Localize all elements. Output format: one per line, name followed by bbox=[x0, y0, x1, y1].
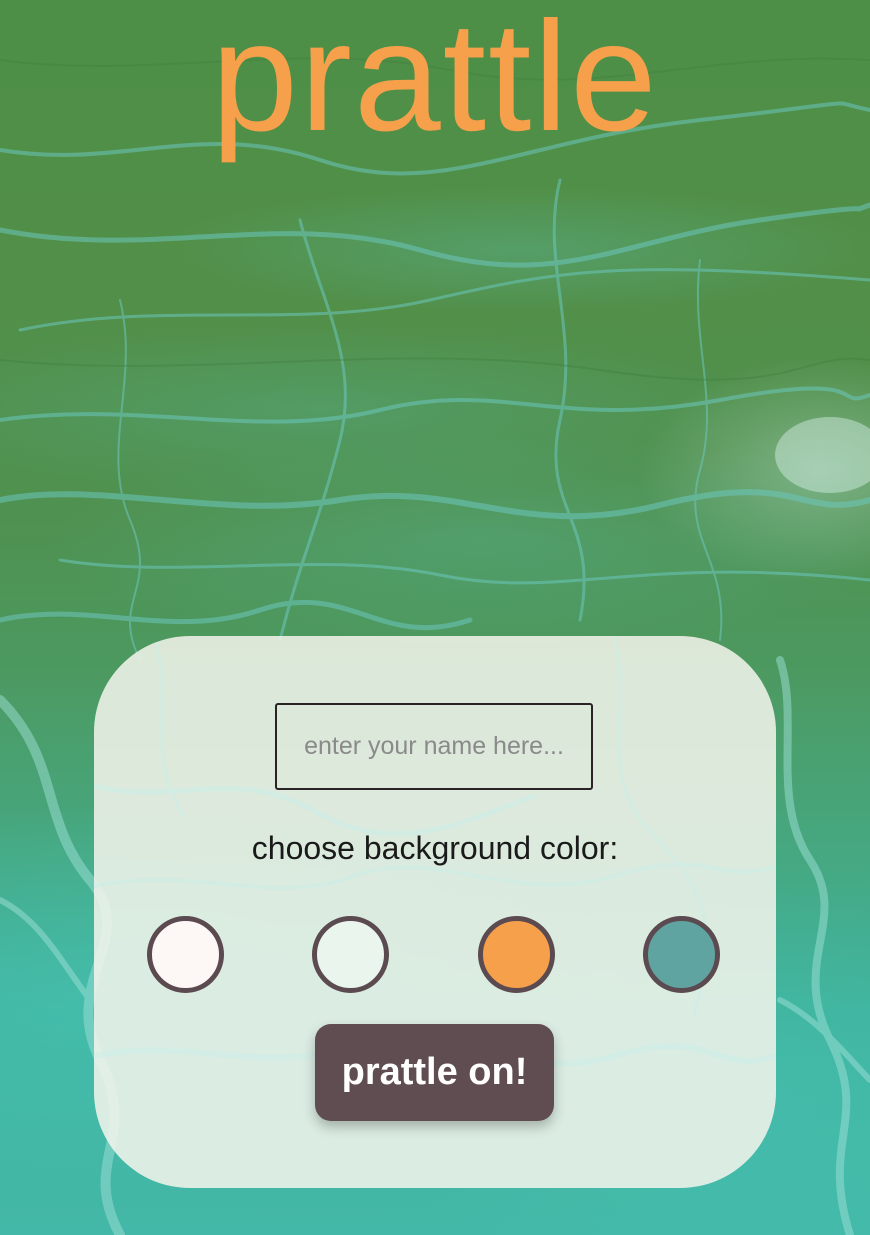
start-card: choose background color: prattle on! bbox=[94, 636, 776, 1188]
color-option-white[interactable] bbox=[147, 916, 224, 993]
start-screen: prattle choose background color: prattle… bbox=[0, 0, 870, 1235]
color-option-mint[interactable] bbox=[312, 916, 389, 993]
color-option-orange[interactable] bbox=[478, 916, 555, 993]
start-chat-button[interactable]: prattle on! bbox=[315, 1024, 554, 1121]
name-input[interactable] bbox=[275, 703, 593, 790]
color-option-teal[interactable] bbox=[643, 916, 720, 993]
background-color-label: choose background color: bbox=[251, 830, 619, 866]
app-title: prattle bbox=[211, 0, 659, 164]
